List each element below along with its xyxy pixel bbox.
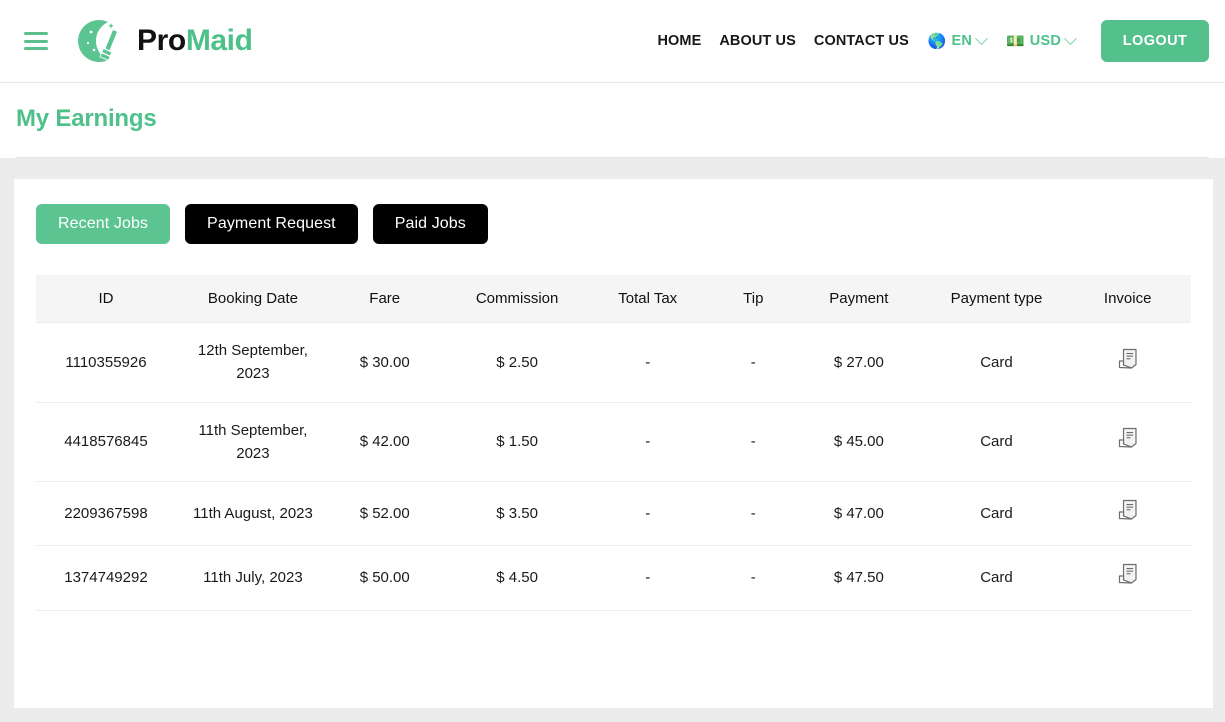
table-row: 2209367598 11th August, 2023 $ 52.00 $ 3… bbox=[36, 481, 1191, 547]
hamburger-icon[interactable] bbox=[24, 32, 48, 50]
cell-request-payment bbox=[1174, 322, 1191, 403]
cell-id: 1110355926 bbox=[36, 322, 176, 403]
broom-circle-logo-icon bbox=[77, 16, 127, 66]
column-header-payment: Payment bbox=[805, 275, 912, 323]
column-header-commission: Commission bbox=[439, 275, 595, 323]
cell-payment: $ 45.00 bbox=[805, 402, 912, 482]
column-header-booking-date: Booking Date bbox=[175, 275, 330, 323]
cell-invoice bbox=[1081, 481, 1175, 547]
cell-fare: $ 30.00 bbox=[329, 322, 440, 403]
cell-invoice bbox=[1081, 402, 1175, 482]
nav-link-about-us[interactable]: ABOUT US bbox=[710, 33, 805, 49]
cell-tip: - bbox=[700, 322, 806, 403]
chevron-down-icon bbox=[975, 31, 988, 45]
cell-payment-type: Card bbox=[911, 481, 1082, 547]
cell-payment: $ 47.00 bbox=[805, 481, 912, 547]
earnings-tabs: Recent Jobs Payment Request Paid Jobs bbox=[36, 204, 1191, 244]
currency-selector[interactable]: 💵 USD bbox=[996, 31, 1085, 50]
cell-booking-date: 11th September, 2023 bbox=[175, 402, 330, 482]
table-header-row: ID Booking Date Fare Commission Total Ta… bbox=[36, 275, 1191, 323]
cell-request-payment bbox=[1174, 545, 1191, 611]
cell-booking-date: 11th August, 2023 bbox=[175, 481, 330, 547]
receipt-icon[interactable] bbox=[1117, 347, 1139, 371]
cell-total-tax: - bbox=[594, 402, 701, 482]
table-row: 1110355926 12th September, 2023 $ 30.00 … bbox=[36, 322, 1191, 403]
table-row: 4418576845 11th September, 2023 $ 42.00 … bbox=[36, 402, 1191, 482]
cell-payment-type: Card bbox=[911, 402, 1082, 482]
table-body: 1110355926 12th September, 2023 $ 30.00 … bbox=[36, 322, 1191, 611]
cell-fare: $ 50.00 bbox=[329, 545, 440, 611]
brand-logo[interactable]: ProMaid bbox=[77, 16, 253, 66]
column-header-id: ID bbox=[36, 275, 176, 323]
cell-id: 4418576845 bbox=[36, 402, 176, 482]
page-title-strip: My Earnings bbox=[0, 83, 1225, 158]
receipt-icon[interactable] bbox=[1117, 498, 1139, 522]
cell-tip: - bbox=[700, 402, 806, 482]
nav-link-home[interactable]: HOME bbox=[648, 33, 710, 49]
tab-payment-request[interactable]: Payment Request bbox=[185, 204, 358, 244]
cell-commission: $ 3.50 bbox=[439, 481, 595, 547]
language-selector-label: EN bbox=[951, 33, 973, 49]
column-header-request-payment-for: Request Payment For bbox=[1174, 275, 1191, 323]
cell-total-tax: - bbox=[594, 481, 701, 547]
page-background-band bbox=[0, 158, 1225, 179]
cell-id: 1374749292 bbox=[36, 545, 176, 611]
column-header-total-tax: Total Tax bbox=[594, 275, 701, 323]
logout-button[interactable]: LOGOUT bbox=[1101, 20, 1209, 62]
brand-name-pro: Pro bbox=[137, 24, 186, 57]
nav-link-contact-us[interactable]: CONTACT US bbox=[805, 33, 918, 49]
brand-name-maid: Maid bbox=[185, 24, 253, 57]
main-nav: HOME ABOUT US CONTACT US 🌎 EN 💵 USD LOGO… bbox=[648, 0, 1225, 82]
currency-selector-label: USD bbox=[1029, 33, 1061, 49]
cell-request-payment bbox=[1174, 481, 1191, 547]
cell-fare: $ 52.00 bbox=[329, 481, 440, 547]
cell-id: 2209367598 bbox=[36, 481, 176, 547]
cell-invoice bbox=[1081, 545, 1175, 611]
receipt-icon[interactable] bbox=[1117, 426, 1139, 450]
cell-request-payment bbox=[1174, 402, 1191, 482]
cell-total-tax: - bbox=[594, 322, 701, 403]
brand-name: ProMaid bbox=[137, 24, 253, 58]
cell-tip: - bbox=[700, 481, 806, 547]
receipt-icon[interactable] bbox=[1117, 562, 1139, 586]
page-title: My Earnings bbox=[16, 105, 157, 132]
chevron-down-icon bbox=[1064, 31, 1077, 45]
cell-payment: $ 47.50 bbox=[805, 545, 912, 611]
cell-commission: $ 4.50 bbox=[439, 545, 595, 611]
column-header-fare: Fare bbox=[329, 275, 440, 323]
cell-invoice bbox=[1081, 322, 1175, 403]
table-row: 1374749292 11th July, 2023 $ 50.00 $ 4.5… bbox=[36, 545, 1191, 611]
hamburger-bar bbox=[24, 47, 48, 50]
cell-total-tax: - bbox=[594, 545, 701, 611]
tab-paid-jobs[interactable]: Paid Jobs bbox=[372, 204, 488, 244]
banknote-icon: 💵 bbox=[1006, 32, 1025, 50]
cell-tip: - bbox=[700, 545, 806, 611]
cell-booking-date: 12th September, 2023 bbox=[175, 322, 330, 403]
column-header-tip: Tip bbox=[700, 275, 806, 323]
table-head: ID Booking Date Fare Commission Total Ta… bbox=[36, 275, 1191, 323]
cell-commission: $ 2.50 bbox=[439, 322, 595, 403]
cell-payment: $ 27.00 bbox=[805, 322, 912, 403]
language-selector[interactable]: 🌎 EN bbox=[918, 31, 996, 50]
hamburger-bar bbox=[24, 32, 48, 35]
site-header: ProMaid HOME ABOUT US CONTACT US 🌎 EN 💵 … bbox=[0, 0, 1225, 83]
cell-fare: $ 42.00 bbox=[329, 402, 440, 482]
tab-recent-jobs[interactable]: Recent Jobs bbox=[36, 204, 171, 244]
column-header-invoice: Invoice bbox=[1081, 275, 1175, 323]
cell-payment-type: Card bbox=[911, 322, 1082, 403]
column-header-payment-type: Payment type bbox=[911, 275, 1082, 323]
earnings-table-wrapper[interactable]: ID Booking Date Fare Commission Total Ta… bbox=[36, 275, 1191, 611]
cell-payment-type: Card bbox=[911, 545, 1082, 611]
cell-commission: $ 1.50 bbox=[439, 402, 595, 482]
earnings-table: ID Booking Date Fare Commission Total Ta… bbox=[36, 275, 1191, 611]
earnings-card: Recent Jobs Payment Request Paid Jobs ID… bbox=[14, 179, 1213, 708]
globe-icon: 🌎 bbox=[927, 32, 947, 50]
cell-booking-date: 11th July, 2023 bbox=[175, 545, 330, 611]
hamburger-bar bbox=[24, 39, 48, 43]
